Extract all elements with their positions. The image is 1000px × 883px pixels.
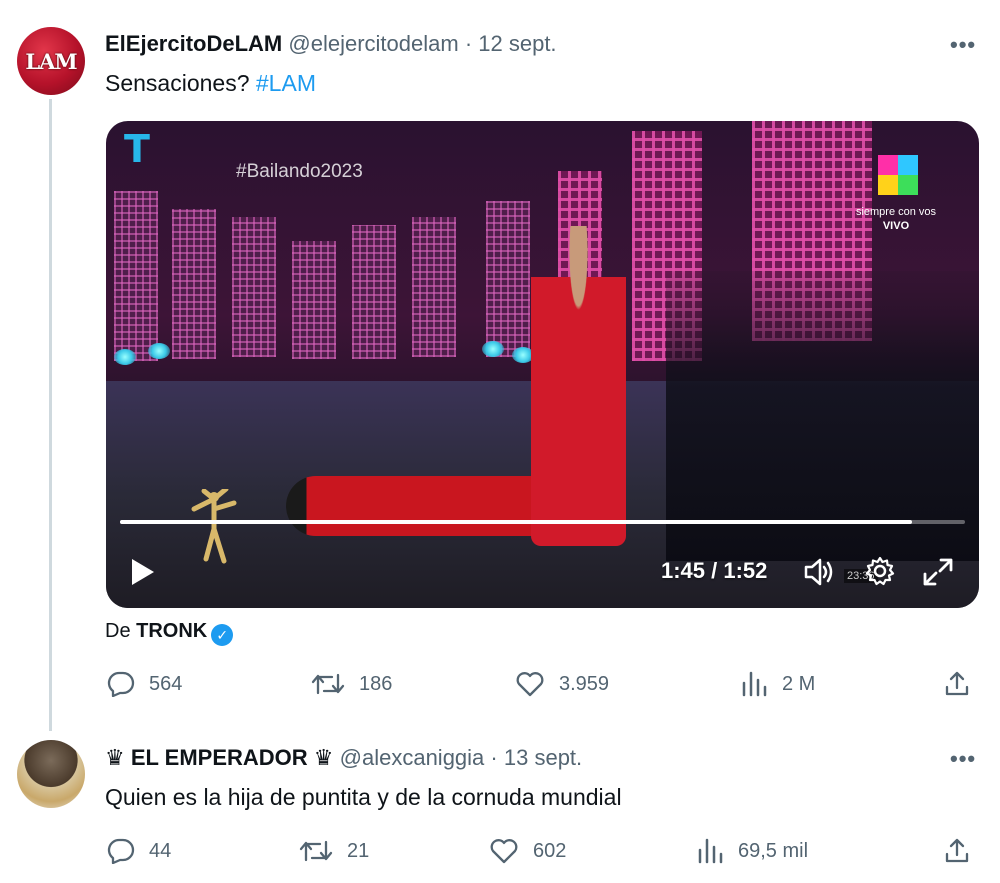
show-hashtag: #Bailando2023 xyxy=(236,161,363,182)
show-dancer-logo xyxy=(184,486,244,569)
reply-button[interactable]: 44 xyxy=(107,838,171,864)
tweet-text: Sensaciones? #LAM xyxy=(105,68,316,98)
progress-bar[interactable] xyxy=(120,520,965,524)
led-panel xyxy=(172,209,216,359)
hashtag-link[interactable]: #LAM xyxy=(256,70,316,96)
heart-icon xyxy=(516,672,544,697)
attribution-prefix: De xyxy=(105,620,131,642)
reply-count: 564 xyxy=(149,672,183,695)
thread-line xyxy=(49,99,52,731)
like-button[interactable]: 602 xyxy=(489,838,566,864)
dancer-standing xyxy=(531,226,626,546)
share-icon[interactable] xyxy=(943,670,971,703)
tweet-body: Sensaciones? xyxy=(105,70,250,96)
like-count: 3.959 xyxy=(559,672,610,695)
author-name[interactable]: ♛ EL EMPERADOR ♛ xyxy=(105,745,334,770)
retweet-count: 186 xyxy=(359,672,393,695)
channel-logo xyxy=(878,155,918,195)
led-panel xyxy=(352,225,396,359)
separator-dot: · xyxy=(464,31,473,56)
settings-gear-icon[interactable] xyxy=(864,555,896,592)
tweet-header: ♛ EL EMPERADOR ♛ @alexcaniggia · 13 sept… xyxy=(105,744,582,772)
views-button[interactable]: 2 M xyxy=(740,671,815,697)
tweet-header: ElEjercitoDeLAM @elejercitodelam · 12 se… xyxy=(105,30,557,58)
led-panel xyxy=(412,217,456,357)
tweet-text: Quien es la hija de puntita y de la corn… xyxy=(105,784,622,810)
more-options-icon[interactable]: ••• xyxy=(950,32,976,58)
telefe-logo: T xyxy=(124,127,150,171)
more-options-icon[interactable]: ••• xyxy=(950,746,976,772)
views-chart-icon xyxy=(742,671,767,697)
led-panel xyxy=(232,217,276,357)
volume-icon[interactable] xyxy=(803,557,835,592)
views-count: 2 M xyxy=(782,672,816,695)
retweet-button[interactable]: 21 xyxy=(299,838,369,864)
avatar[interactable]: LAM xyxy=(17,27,85,95)
reply-button[interactable]: 564 xyxy=(107,671,182,697)
author-handle[interactable]: @elejercitodelam xyxy=(288,31,458,56)
avatar-logo-text: LAM xyxy=(25,48,77,74)
heart-icon xyxy=(490,839,518,864)
channel-caption: siempre con vos VIVO xyxy=(846,205,946,233)
retweet-button[interactable]: 186 xyxy=(311,671,392,697)
avatar[interactable] xyxy=(17,740,85,808)
video-time: 1:45 / 1:52 xyxy=(661,558,768,583)
attribution-name[interactable]: TRONK xyxy=(136,620,207,642)
like-count: 602 xyxy=(533,839,567,862)
reply-count: 44 xyxy=(149,839,172,862)
reply-icon xyxy=(107,671,135,697)
led-panel xyxy=(486,201,530,357)
separator-dot: · xyxy=(490,745,498,770)
video-attribution: De TRONK ✓ xyxy=(105,618,234,646)
led-panel xyxy=(292,241,336,359)
views-count: 69,5 mil xyxy=(738,839,809,862)
retweet-icon xyxy=(311,673,345,695)
audience xyxy=(666,271,979,561)
verified-badge-icon: ✓ xyxy=(211,624,234,646)
tweet-date[interactable]: 12 sept. xyxy=(478,31,556,56)
video-player[interactable]: T #Bailando2023 siempre con vos VIVO 1:4… xyxy=(106,121,979,608)
like-button[interactable]: 3.959 xyxy=(515,671,609,697)
led-panel xyxy=(114,191,158,361)
views-chart-icon xyxy=(698,838,723,864)
reply-icon xyxy=(107,838,135,864)
share-icon[interactable] xyxy=(943,837,971,870)
live-label: VIVO xyxy=(882,220,910,232)
retweet-count: 21 xyxy=(347,839,370,862)
play-icon[interactable] xyxy=(132,559,154,585)
retweet-icon xyxy=(299,840,333,862)
stage-light xyxy=(482,341,504,357)
stage-light xyxy=(148,343,170,359)
tweet-date[interactable]: 13 sept. xyxy=(504,745,582,770)
progress-fill xyxy=(120,520,912,524)
channel-slogan: siempre con vos xyxy=(855,206,937,218)
author-name[interactable]: ElEjercitoDeLAM xyxy=(105,31,282,56)
views-button[interactable]: 69,5 mil xyxy=(696,838,808,864)
author-handle[interactable]: @alexcaniggia xyxy=(340,745,485,770)
stage-light xyxy=(114,349,136,365)
fullscreen-icon[interactable] xyxy=(922,557,954,592)
